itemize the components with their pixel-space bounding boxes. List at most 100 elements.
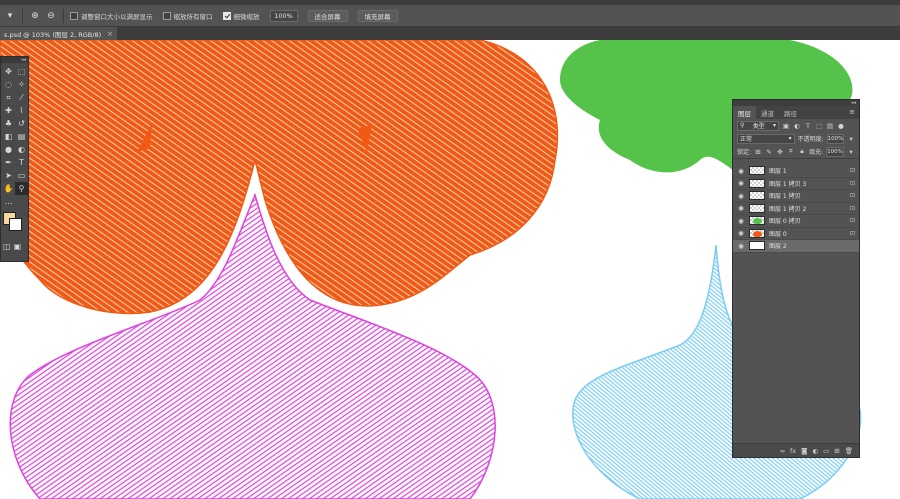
chevron-down-icon[interactable]: ▾ bbox=[847, 148, 855, 156]
opacity-field[interactable]: 100% bbox=[826, 133, 845, 144]
clone-stamp-tool-icon[interactable]: ♣ bbox=[2, 117, 15, 130]
layer-name: 图层 1 bbox=[769, 168, 787, 176]
close-icon[interactable]: × bbox=[107, 30, 113, 38]
layer-name: 图层 1 拷贝 2 bbox=[769, 205, 807, 213]
quick-mask-icon[interactable]: ◫ bbox=[3, 242, 11, 251]
zoom-in-icon[interactable]: ⊕ bbox=[29, 10, 41, 22]
gradient-tool-icon[interactable]: ▤ bbox=[15, 130, 28, 143]
lasso-tool-icon[interactable]: ◌ bbox=[2, 78, 15, 91]
lock-icon: ⊡ bbox=[849, 204, 855, 212]
zoom-percent-field[interactable]: 100% bbox=[269, 9, 298, 22]
zoom-all-windows-checkbox[interactable]: 缩放所有窗口 bbox=[162, 11, 213, 21]
fill-screen-button[interactable]: 填充屏幕 bbox=[357, 9, 398, 22]
zoom-tool-icon[interactable]: ⚲ bbox=[15, 182, 28, 195]
lock-icon: ⊡ bbox=[849, 217, 855, 225]
hand-tool-icon[interactable]: ✋ bbox=[2, 182, 15, 195]
fill-field[interactable]: 100% bbox=[825, 146, 844, 157]
document-tab[interactable]: s.psd @ 103% (图层 2, RGB/8) × bbox=[0, 27, 117, 40]
layer-kind-select[interactable]: ⚲ 类型 ▾ bbox=[737, 120, 779, 131]
lock-icon: ⊡ bbox=[849, 179, 855, 187]
lock-all-icon[interactable]: 🔒︎ bbox=[798, 147, 806, 156]
add-mask-icon[interactable]: ◙ bbox=[801, 447, 807, 455]
layer-row[interactable]: ◉ 图层 1 拷贝 2 ⊡ bbox=[733, 203, 859, 215]
layer-row[interactable]: ◉ 图层 1 ⊡ bbox=[733, 165, 859, 178]
brush-tool-icon[interactable]: ⌇ bbox=[15, 104, 28, 117]
layer-name: 图层 0 bbox=[769, 230, 787, 238]
layer-row[interactable]: ◉ 图层 0 ⊡ bbox=[733, 228, 859, 240]
lock-transparent-icon[interactable]: ⊞ bbox=[754, 148, 762, 156]
checkbox-box-checked[interactable] bbox=[222, 11, 231, 20]
layer-row-selected[interactable]: ◉ 图层 2 bbox=[733, 240, 859, 253]
history-brush-tool-icon[interactable]: ↺ bbox=[15, 117, 28, 130]
checkbox-box[interactable] bbox=[70, 11, 78, 20]
more-tools-icon[interactable]: … bbox=[2, 195, 15, 208]
divider bbox=[63, 8, 64, 23]
eye-icon[interactable]: ◉ bbox=[737, 229, 745, 237]
resize-windows-checkbox[interactable]: 调整窗口大小以满屏显示 bbox=[70, 11, 153, 21]
fit-screen-button[interactable]: 适合屏幕 bbox=[307, 9, 348, 22]
tab-channels[interactable]: 通道 bbox=[756, 106, 779, 119]
layer-name: 图层 1 拷贝 3 bbox=[769, 180, 807, 188]
filter-pixel-icon[interactable]: ▣ bbox=[782, 122, 790, 130]
tab-layers[interactable]: 图层 bbox=[733, 106, 756, 119]
marquee-tool-icon[interactable]: ⬚ bbox=[15, 65, 28, 78]
tab-paths[interactable]: 路径 bbox=[779, 106, 802, 119]
filter-smart-object-icon[interactable]: ▤ bbox=[826, 122, 834, 130]
eye-icon[interactable]: ◉ bbox=[737, 192, 745, 200]
filter-adjustment-icon[interactable]: ◐ bbox=[793, 122, 801, 130]
background-color-swatch[interactable] bbox=[9, 218, 22, 231]
eyedropper-tool-icon[interactable]: ⁄ bbox=[15, 91, 28, 104]
layer-style-icon[interactable]: fx bbox=[790, 447, 796, 455]
path-selection-tool-icon[interactable]: ➤ bbox=[2, 169, 15, 182]
filter-shape-icon[interactable]: ⬚ bbox=[815, 122, 823, 130]
eye-icon[interactable]: ◉ bbox=[737, 242, 745, 250]
new-group-icon[interactable]: ▭ bbox=[823, 447, 829, 455]
dodge-tool-icon[interactable]: ◐ bbox=[15, 143, 28, 156]
type-tool-icon[interactable]: T bbox=[15, 156, 28, 169]
layer-row[interactable]: ◉ 图层 1 拷贝 ⊡ bbox=[733, 190, 859, 203]
eye-icon[interactable]: ◉ bbox=[737, 167, 745, 175]
lock-image-icon[interactable]: ✎ bbox=[765, 148, 773, 156]
crop-tool-icon[interactable]: ⌗ bbox=[2, 91, 15, 104]
rectangle-tool-icon[interactable]: ▭ bbox=[15, 169, 28, 182]
screen-mode-icon[interactable]: ▣ bbox=[14, 242, 22, 251]
trash-icon[interactable]: 🗑︎ bbox=[845, 447, 853, 455]
layer-name: 图层 2 bbox=[769, 243, 787, 251]
eye-icon[interactable]: ◉ bbox=[737, 204, 745, 212]
panel-menu-icon[interactable]: ≡ bbox=[849, 108, 855, 116]
eye-icon[interactable]: ◉ bbox=[737, 217, 745, 225]
new-layer-icon[interactable]: ⊞ bbox=[834, 447, 839, 455]
layer-thumbnail bbox=[749, 228, 765, 238]
blend-row: 正常 ▾ 不透明度: 100% ▾ bbox=[733, 132, 859, 145]
checkbox-box[interactable] bbox=[162, 11, 171, 20]
move-tool-icon[interactable]: ✥ bbox=[2, 65, 15, 78]
chevron-down-icon[interactable]: ▾ bbox=[847, 135, 855, 143]
chevron-down-icon: ▾ bbox=[772, 122, 776, 129]
blend-mode-select[interactable]: 正常 ▾ bbox=[737, 133, 795, 144]
layer-row[interactable]: ◉ 图层 0 拷贝 ⊡ bbox=[733, 215, 859, 228]
layer-thumbnail bbox=[749, 191, 765, 201]
filter-toggle-icon[interactable]: ● bbox=[837, 122, 845, 130]
divider bbox=[733, 158, 859, 159]
zoom-out-icon[interactable]: ⊖ bbox=[45, 10, 57, 22]
layer-filter-row: ⚲ 类型 ▾ ▣ ◐ T ⬚ ▤ ● bbox=[733, 119, 859, 132]
lock-artboard-icon[interactable]: ⌗ bbox=[787, 147, 795, 156]
eraser-tool-icon[interactable]: ◧ bbox=[2, 130, 15, 143]
zoom-tool-preset-icon[interactable]: ▾ bbox=[4, 10, 16, 22]
link-layers-icon[interactable]: ∞ bbox=[780, 447, 785, 455]
magic-wand-tool-icon[interactable]: ✧ bbox=[15, 78, 28, 91]
lock-icon: ⊡ bbox=[849, 167, 855, 175]
scrubby-zoom-checkbox[interactable]: 细微缩放 bbox=[222, 11, 260, 21]
adjustment-layer-icon[interactable]: ◐ bbox=[812, 447, 818, 455]
thumbnail-shape bbox=[753, 230, 762, 237]
layer-row[interactable]: ◉ 图层 1 拷贝 3 ⊡ bbox=[733, 178, 859, 190]
lock-position-icon[interactable]: ✥ bbox=[776, 148, 784, 156]
layer-name: 图层 0 拷贝 bbox=[769, 218, 801, 226]
layer-thumbnail bbox=[749, 203, 765, 213]
eye-icon[interactable]: ◉ bbox=[737, 179, 745, 187]
blur-tool-icon[interactable]: ● bbox=[2, 143, 15, 156]
healing-brush-tool-icon[interactable]: ✚ bbox=[2, 104, 15, 117]
pen-tool-icon[interactable]: ✒ bbox=[2, 156, 15, 169]
filter-type-icon[interactable]: T bbox=[804, 122, 812, 130]
